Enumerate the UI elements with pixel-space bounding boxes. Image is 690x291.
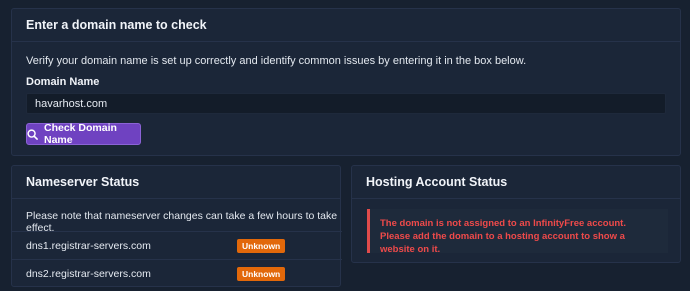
card-title: Enter a domain name to check xyxy=(12,9,680,42)
nameserver-row: dns1.registrar-servers.com Unknown xyxy=(12,231,342,259)
search-icon xyxy=(27,128,38,140)
error-alert: The domain is not assigned to an Infinit… xyxy=(367,209,668,255)
status-badge: Unknown xyxy=(237,238,286,253)
status-badge: Unknown xyxy=(237,266,286,281)
card-title: Hosting Account Status xyxy=(352,166,680,199)
nameserver-host: dns1.registrar-servers.com xyxy=(26,239,151,252)
card-title: Nameserver Status xyxy=(12,166,340,199)
domain-check-card: Enter a domain name to check Verify your… xyxy=(11,8,681,156)
card-description: Verify your domain name is set up correc… xyxy=(26,55,527,67)
domain-name-label: Domain Name xyxy=(26,76,100,88)
domain-name-input[interactable] xyxy=(26,93,666,114)
hosting-account-status-card: Hosting Account Status The domain is not… xyxy=(351,165,681,263)
nameserver-host: dns2.registrar-servers.com xyxy=(26,267,151,280)
nameserver-status-card: Nameserver Status Please note that names… xyxy=(11,165,342,287)
check-domain-button[interactable]: Check Domain Name xyxy=(26,122,141,146)
check-domain-button-label: Check Domain Name xyxy=(44,122,117,146)
nameserver-row: dns2.registrar-servers.com Unknown xyxy=(12,259,342,287)
